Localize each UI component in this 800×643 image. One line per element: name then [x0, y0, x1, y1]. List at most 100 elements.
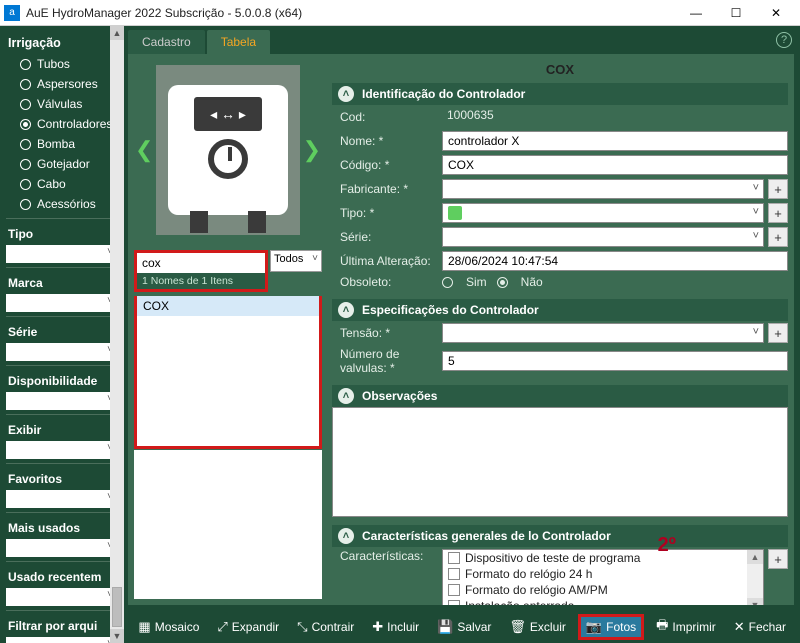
tab-tabela[interactable]: Tabela: [207, 30, 270, 54]
sidebar-label: Cabo: [37, 177, 66, 191]
panel-observacoes: ˄ Observações: [332, 385, 788, 517]
sidebar-item-valvulas[interactable]: Válvulas: [6, 94, 122, 114]
sidebar-label: Acessórios: [37, 197, 96, 211]
cod-value: 1000635: [442, 107, 788, 127]
search-box: 1 Nomes de 1 Itens: [134, 250, 268, 292]
sidebar: Irrigação Tubos Aspersores Válvulas Cont…: [0, 26, 122, 643]
checkbox[interactable]: [448, 552, 460, 564]
maximize-button[interactable]: ☐: [716, 1, 756, 25]
add-fabricante-button[interactable]: +: [768, 179, 788, 199]
filter-serie-label: Série: [6, 317, 122, 341]
result-list-body: [134, 450, 322, 600]
collapse-icon[interactable]: ˄: [338, 528, 354, 544]
nome-input[interactable]: [442, 131, 788, 151]
minimize-button[interactable]: —: [676, 1, 716, 25]
filter-exibir-dropdown[interactable]: [6, 441, 116, 459]
add-serie-button[interactable]: +: [768, 227, 788, 247]
imprimir-button[interactable]: 🖶Imprimir: [650, 612, 722, 642]
alteracao-input[interactable]: [442, 251, 788, 271]
print-icon: 🖶: [656, 616, 668, 638]
nao-label: Não: [521, 275, 543, 289]
carac-scrollbar[interactable]: ▲▼: [747, 550, 763, 605]
salvar-button[interactable]: 💾Salvar: [431, 615, 497, 639]
close-icon: ✕: [734, 619, 745, 635]
observacoes-textarea[interactable]: [332, 407, 788, 517]
carac-item: Formato do relógio 24 h: [465, 567, 592, 581]
contrair-button[interactable]: ⤡Contrair: [291, 615, 360, 639]
fechar-button[interactable]: ✕Fechar: [728, 615, 792, 639]
filter-favoritos-dropdown[interactable]: [6, 490, 116, 508]
window-title: AuE HydroManager 2022 Subscrição - 5.0.0…: [26, 6, 676, 20]
checkbox[interactable]: [448, 568, 460, 580]
panel-identificacao: ˄Identificação do Controlador Cod:100063…: [332, 83, 788, 291]
filter-marca-label: Marca: [6, 268, 122, 292]
collapse-icon[interactable]: ˄: [338, 388, 354, 404]
grid-icon: ▦: [138, 619, 150, 635]
tab-cadastro[interactable]: Cadastro: [128, 30, 205, 54]
prev-image-button[interactable]: ❮: [134, 137, 154, 163]
fabricante-label: Fabricante: *: [332, 182, 442, 196]
tensao-select[interactable]: 110 V: [442, 323, 764, 343]
filter-arquivo-dropdown[interactable]: [6, 637, 116, 643]
annotation-2: 2º: [658, 534, 676, 557]
filter-serie-dropdown[interactable]: [6, 343, 116, 361]
sidebar-scrollbar[interactable]: ▲ ▼: [110, 26, 124, 643]
excluir-button[interactable]: 🗑Excluir: [503, 615, 572, 639]
carac-item: Dispositivo de teste de programa: [465, 551, 640, 565]
panel-title: Observações: [362, 389, 437, 403]
valvulas-input[interactable]: [442, 351, 788, 371]
filter-disponibilidade-dropdown[interactable]: [6, 392, 116, 410]
filter-recentes-label: Usado recentem: [6, 562, 122, 586]
filter-maisusados-dropdown[interactable]: [6, 539, 116, 557]
sidebar-item-cabo[interactable]: Cabo: [6, 174, 122, 194]
add-caracteristica-button[interactable]: +: [768, 549, 788, 569]
bottom-toolbar: ▦Mosaico ⤢Expandir ⤡Contrair ✚Incluir 💾S…: [122, 611, 800, 643]
tensao-label: Tensão: *: [332, 326, 442, 340]
fabricante-select[interactable]: Toro: [442, 179, 764, 199]
help-icon[interactable]: ?: [776, 32, 792, 48]
sidebar-item-tubos[interactable]: Tubos: [6, 54, 122, 74]
carac-item: Formato do relógio AM/PM: [465, 583, 608, 597]
sidebar-group-irrigacao: Irrigação: [6, 32, 122, 54]
product-preview: ◂ ↔ ▸: [156, 65, 299, 235]
app-icon: a: [4, 5, 20, 21]
search-filter-dropdown[interactable]: Todos: [270, 250, 322, 272]
mosaico-button[interactable]: ▦Mosaico: [132, 615, 205, 639]
codigo-input[interactable]: [442, 155, 788, 175]
checkbox[interactable]: [448, 600, 460, 605]
sidebar-item-aspersores[interactable]: Aspersores: [6, 74, 122, 94]
search-input[interactable]: [137, 253, 265, 273]
caracteristicas-list[interactable]: Dispositivo de teste de programa Formato…: [442, 549, 764, 605]
filter-recentes-dropdown[interactable]: [6, 588, 116, 606]
add-tensao-button[interactable]: +: [768, 323, 788, 343]
close-button[interactable]: ✕: [756, 1, 796, 25]
obsoleto-sim-radio[interactable]: [442, 277, 453, 288]
add-tipo-button[interactable]: +: [768, 203, 788, 223]
filter-tipo-label: Tipo: [6, 219, 122, 243]
panel-especificacoes: ˄Especificações do Controlador Tensão: *…: [332, 299, 788, 377]
sidebar-item-gotejador[interactable]: Gotejador: [6, 154, 122, 174]
collapse-icon[interactable]: ˄: [338, 86, 354, 102]
obsoleto-nao-radio[interactable]: [497, 277, 508, 288]
collapse-icon[interactable]: ˄: [338, 302, 354, 318]
sidebar-item-acessorios[interactable]: Acessórios: [6, 194, 122, 214]
expandir-button[interactable]: ⤢Expandir: [211, 615, 285, 639]
codigo-label: Código: *: [332, 158, 442, 172]
sidebar-item-controladores[interactable]: Controladores: [6, 114, 122, 134]
panel-title: Identificação do Controlador: [362, 87, 525, 101]
incluir-button[interactable]: ✚Incluir: [366, 615, 425, 639]
tipo-select[interactable]: Controladores: [442, 203, 764, 223]
nome-label: Nome: *: [332, 134, 442, 148]
carac-item: Instalação enterrada: [465, 599, 574, 605]
checkbox[interactable]: [448, 584, 460, 596]
filter-marca-dropdown[interactable]: [6, 294, 116, 312]
filter-tipo-dropdown[interactable]: [6, 245, 116, 263]
search-result-item[interactable]: COX: [137, 296, 319, 316]
sidebar-label: Gotejador: [37, 157, 90, 171]
sidebar-label: Controladores: [37, 117, 112, 131]
sim-label: Sim: [466, 275, 487, 289]
sidebar-item-bomba[interactable]: Bomba: [6, 134, 122, 154]
next-image-button[interactable]: ❯: [302, 137, 322, 163]
serie-select[interactable]: [442, 227, 764, 247]
fotos-button[interactable]: 📷Fotos: [578, 614, 644, 640]
